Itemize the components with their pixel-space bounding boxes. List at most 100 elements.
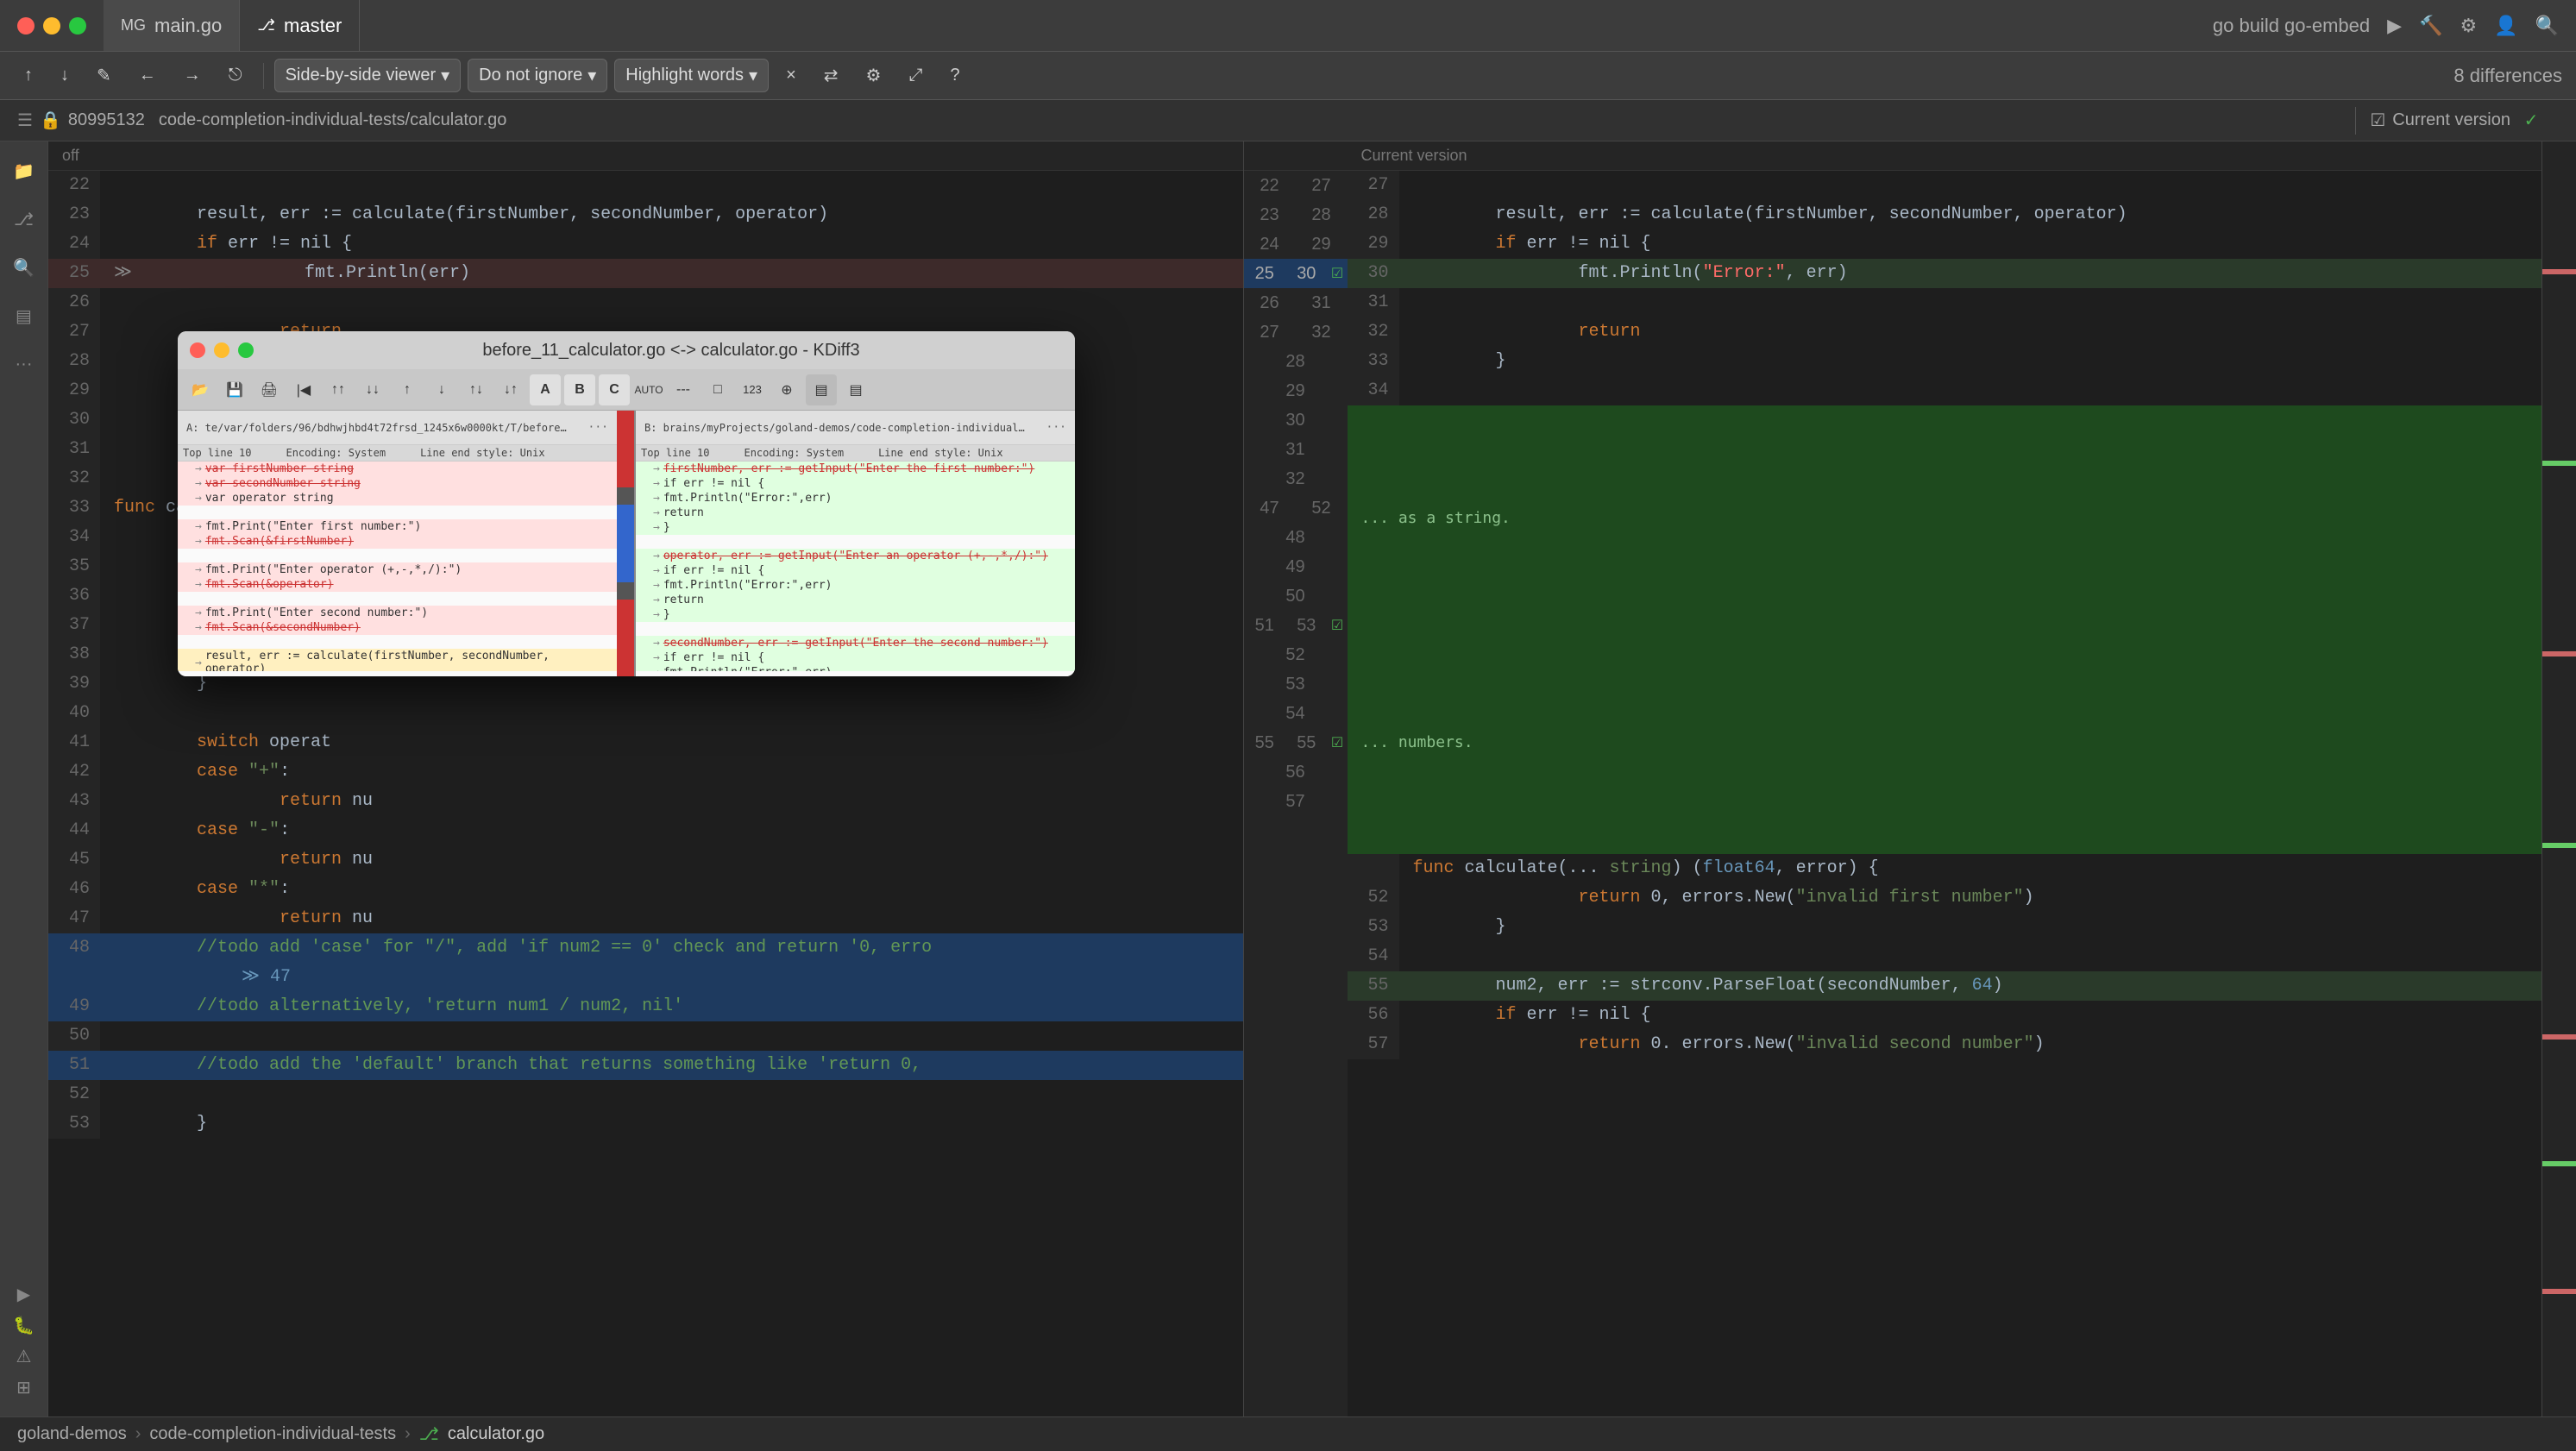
maximize-button[interactable] (69, 17, 86, 35)
kdiff3-dash[interactable]: --- (668, 374, 699, 405)
history-button[interactable]: ⎋ (218, 60, 253, 91)
diff-marker-3 (2542, 651, 2576, 656)
diff-marker-2 (2542, 461, 2576, 466)
kdiff3-a-btn[interactable]: A (530, 374, 561, 405)
nav-next-button[interactable]: → (173, 60, 211, 91)
kdiff3-save[interactable]: 💾 (219, 374, 250, 405)
kdiff3-next[interactable]: ↓ (426, 374, 457, 405)
kdiff3-right-lineend: Line end style: Unix (878, 447, 1003, 459)
kdiff3-print[interactable]: 🖨 (254, 374, 285, 405)
kdiff3-right-ellipsis[interactable]: ··· (1046, 421, 1066, 434)
kdiff3-prev-unresolved[interactable]: ↑↑ (323, 374, 354, 405)
breadcrumb-item-3[interactable]: calculator.go (448, 1424, 544, 1444)
code-line: 41 switch operat (48, 728, 1243, 757)
kdiff3-left-code[interactable]: → var firstNumber string → var secondNum… (178, 462, 617, 671)
search-icon[interactable]: 🔍 (2535, 15, 2559, 37)
kdiff3-cross[interactable]: ⊕ (771, 374, 802, 405)
debug-icon[interactable]: 🐛 (9, 1310, 40, 1341)
kdiff3-auto[interactable]: AUTO (633, 374, 664, 405)
gear-button[interactable]: ⚙ (856, 60, 892, 91)
kdiff3-left-ellipsis[interactable]: ··· (588, 421, 608, 434)
play-icon[interactable]: ▶ (2387, 15, 2402, 37)
kdiff3-123[interactable]: 123 (737, 374, 768, 405)
lock-icon: 🔒 (40, 110, 61, 131)
kdiff3-minimize[interactable] (214, 342, 229, 358)
diff-count: 8 differences (2453, 65, 2562, 87)
titlebar-right: go build go-embed ▶ 🔨 ⚙ 👤 🔍 (2213, 15, 2559, 37)
structure-icon[interactable]: ▤ (9, 300, 40, 331)
center-header (1244, 141, 1348, 171)
kdiff3-overview-b[interactable]: ▤ (840, 374, 871, 405)
folder-icon[interactable]: 📁 (9, 155, 40, 186)
kdiff3-close[interactable] (190, 342, 205, 358)
kdiff3-select-a[interactable]: ↑↓ (461, 374, 492, 405)
run-icon[interactable]: ▶ (9, 1278, 40, 1310)
ignore-label: Do not ignore (479, 66, 582, 85)
kdiff3-spacer (178, 635, 617, 649)
kdiff3-c-btn[interactable]: C (599, 374, 630, 405)
right-code-panel[interactable]: Current version 27 28 result, err := cal… (1348, 141, 2542, 1416)
tab-master[interactable]: ⎇ master (240, 0, 360, 51)
expand-button[interactable]: ⤢ (898, 60, 933, 91)
left-header-text: off (62, 147, 79, 165)
code-line-r: 33 } (1348, 347, 2542, 376)
kdiff3-prev[interactable]: ↑ (392, 374, 423, 405)
kdiff3-bar-gap (617, 487, 634, 505)
run-config-label[interactable]: go build go-embed (2213, 15, 2370, 37)
kdiff3-next-unresolved[interactable]: ↓↓ (357, 374, 388, 405)
nav-down-button[interactable]: ↓ (50, 60, 79, 91)
kdiff3-bar-red (617, 411, 634, 487)
build-icon[interactable]: 🔨 (2419, 15, 2442, 37)
diff-marker-5 (2542, 1034, 2576, 1040)
sync-button[interactable]: ⇄ (814, 60, 849, 91)
problems-icon[interactable]: ⚠ (9, 1341, 40, 1372)
kdiff3-left-panel: A: te/var/folders/96/bdhwjhbd4t72frsd_12… (178, 411, 617, 676)
nav-prev-button[interactable]: ← (129, 60, 166, 91)
annotate-button[interactable]: ✎ (86, 60, 122, 91)
minimize-button[interactable] (43, 17, 60, 35)
kdiff3-right-panel: B: brains/myProjects/goland-demos/code-c… (634, 411, 1075, 676)
kdiff3-code-line: → return (636, 506, 1075, 520)
tab-mg[interactable]: MG main.go (104, 0, 240, 51)
changed-line-r: 30 fmt.Println("Error:", err) (1348, 259, 2542, 288)
more-icon[interactable]: ··· (9, 349, 40, 380)
path-bar: ☰ 🔒 80995132 code-completion-individual-… (0, 100, 2576, 141)
kdiff3-open[interactable]: 📂 (185, 374, 216, 405)
kdiff3-merge-view[interactable]: □ (702, 374, 733, 405)
ignore-select[interactable]: Do not ignore ▾ (468, 59, 607, 92)
help-button[interactable]: ? (939, 60, 970, 91)
code-line: 40 (48, 699, 1243, 728)
person-icon[interactable]: 👤 (2494, 15, 2517, 37)
kdiff3-first[interactable]: |◀ (288, 374, 319, 405)
breadcrumb-item-1[interactable]: goland-demos (17, 1424, 127, 1444)
side-panel-toggle[interactable]: ☰ (17, 105, 33, 136)
kdiff3-b-btn[interactable]: B (564, 374, 595, 405)
kdiff3-code-line: → fmt.Scan(&operator) (178, 577, 617, 592)
code-line: 43 return nu (48, 787, 1243, 816)
code-line-r: 27 (1348, 171, 2542, 200)
nav-up-button[interactable]: ↑ (14, 60, 43, 91)
settings-icon[interactable]: ⚙ (2460, 15, 2477, 37)
close-diff-button[interactable]: × (776, 60, 807, 91)
code-line: 53 } (48, 1109, 1243, 1139)
breadcrumb-item-2[interactable]: code-completion-individual-tests (149, 1424, 396, 1444)
right-scrollbar[interactable] (2541, 141, 2576, 1416)
code-line: 45 return nu (48, 845, 1243, 875)
added-block-2: ... numbers. (1348, 630, 2542, 854)
code-line: 22 (48, 171, 1243, 200)
left-panel-header: off (48, 141, 1243, 171)
git-icon[interactable]: ⎇ (9, 204, 40, 235)
kdiff3-code-line: → var secondNumber string (178, 476, 617, 491)
chevron-down-icon-2: ▾ (587, 65, 596, 86)
viewer-select[interactable]: Side-by-side viewer ▾ (274, 59, 462, 92)
plugins-icon[interactable]: ⊞ (9, 1372, 40, 1403)
kdiff3-right-code[interactable]: → firstNumber, err := getInput("Enter th… (636, 462, 1075, 671)
kdiff3-select-b[interactable]: ↓↑ (495, 374, 526, 405)
kdiff3-overview-a[interactable]: ▤ (806, 374, 837, 405)
kdiff3-maximize[interactable] (238, 342, 254, 358)
find-icon[interactable]: 🔍 (9, 252, 40, 283)
highlight-select[interactable]: Highlight words ▾ (614, 59, 769, 92)
close-button[interactable] (17, 17, 35, 35)
tab-icon-mg: MG (121, 16, 146, 35)
tab-label-main: main.go (154, 15, 222, 37)
